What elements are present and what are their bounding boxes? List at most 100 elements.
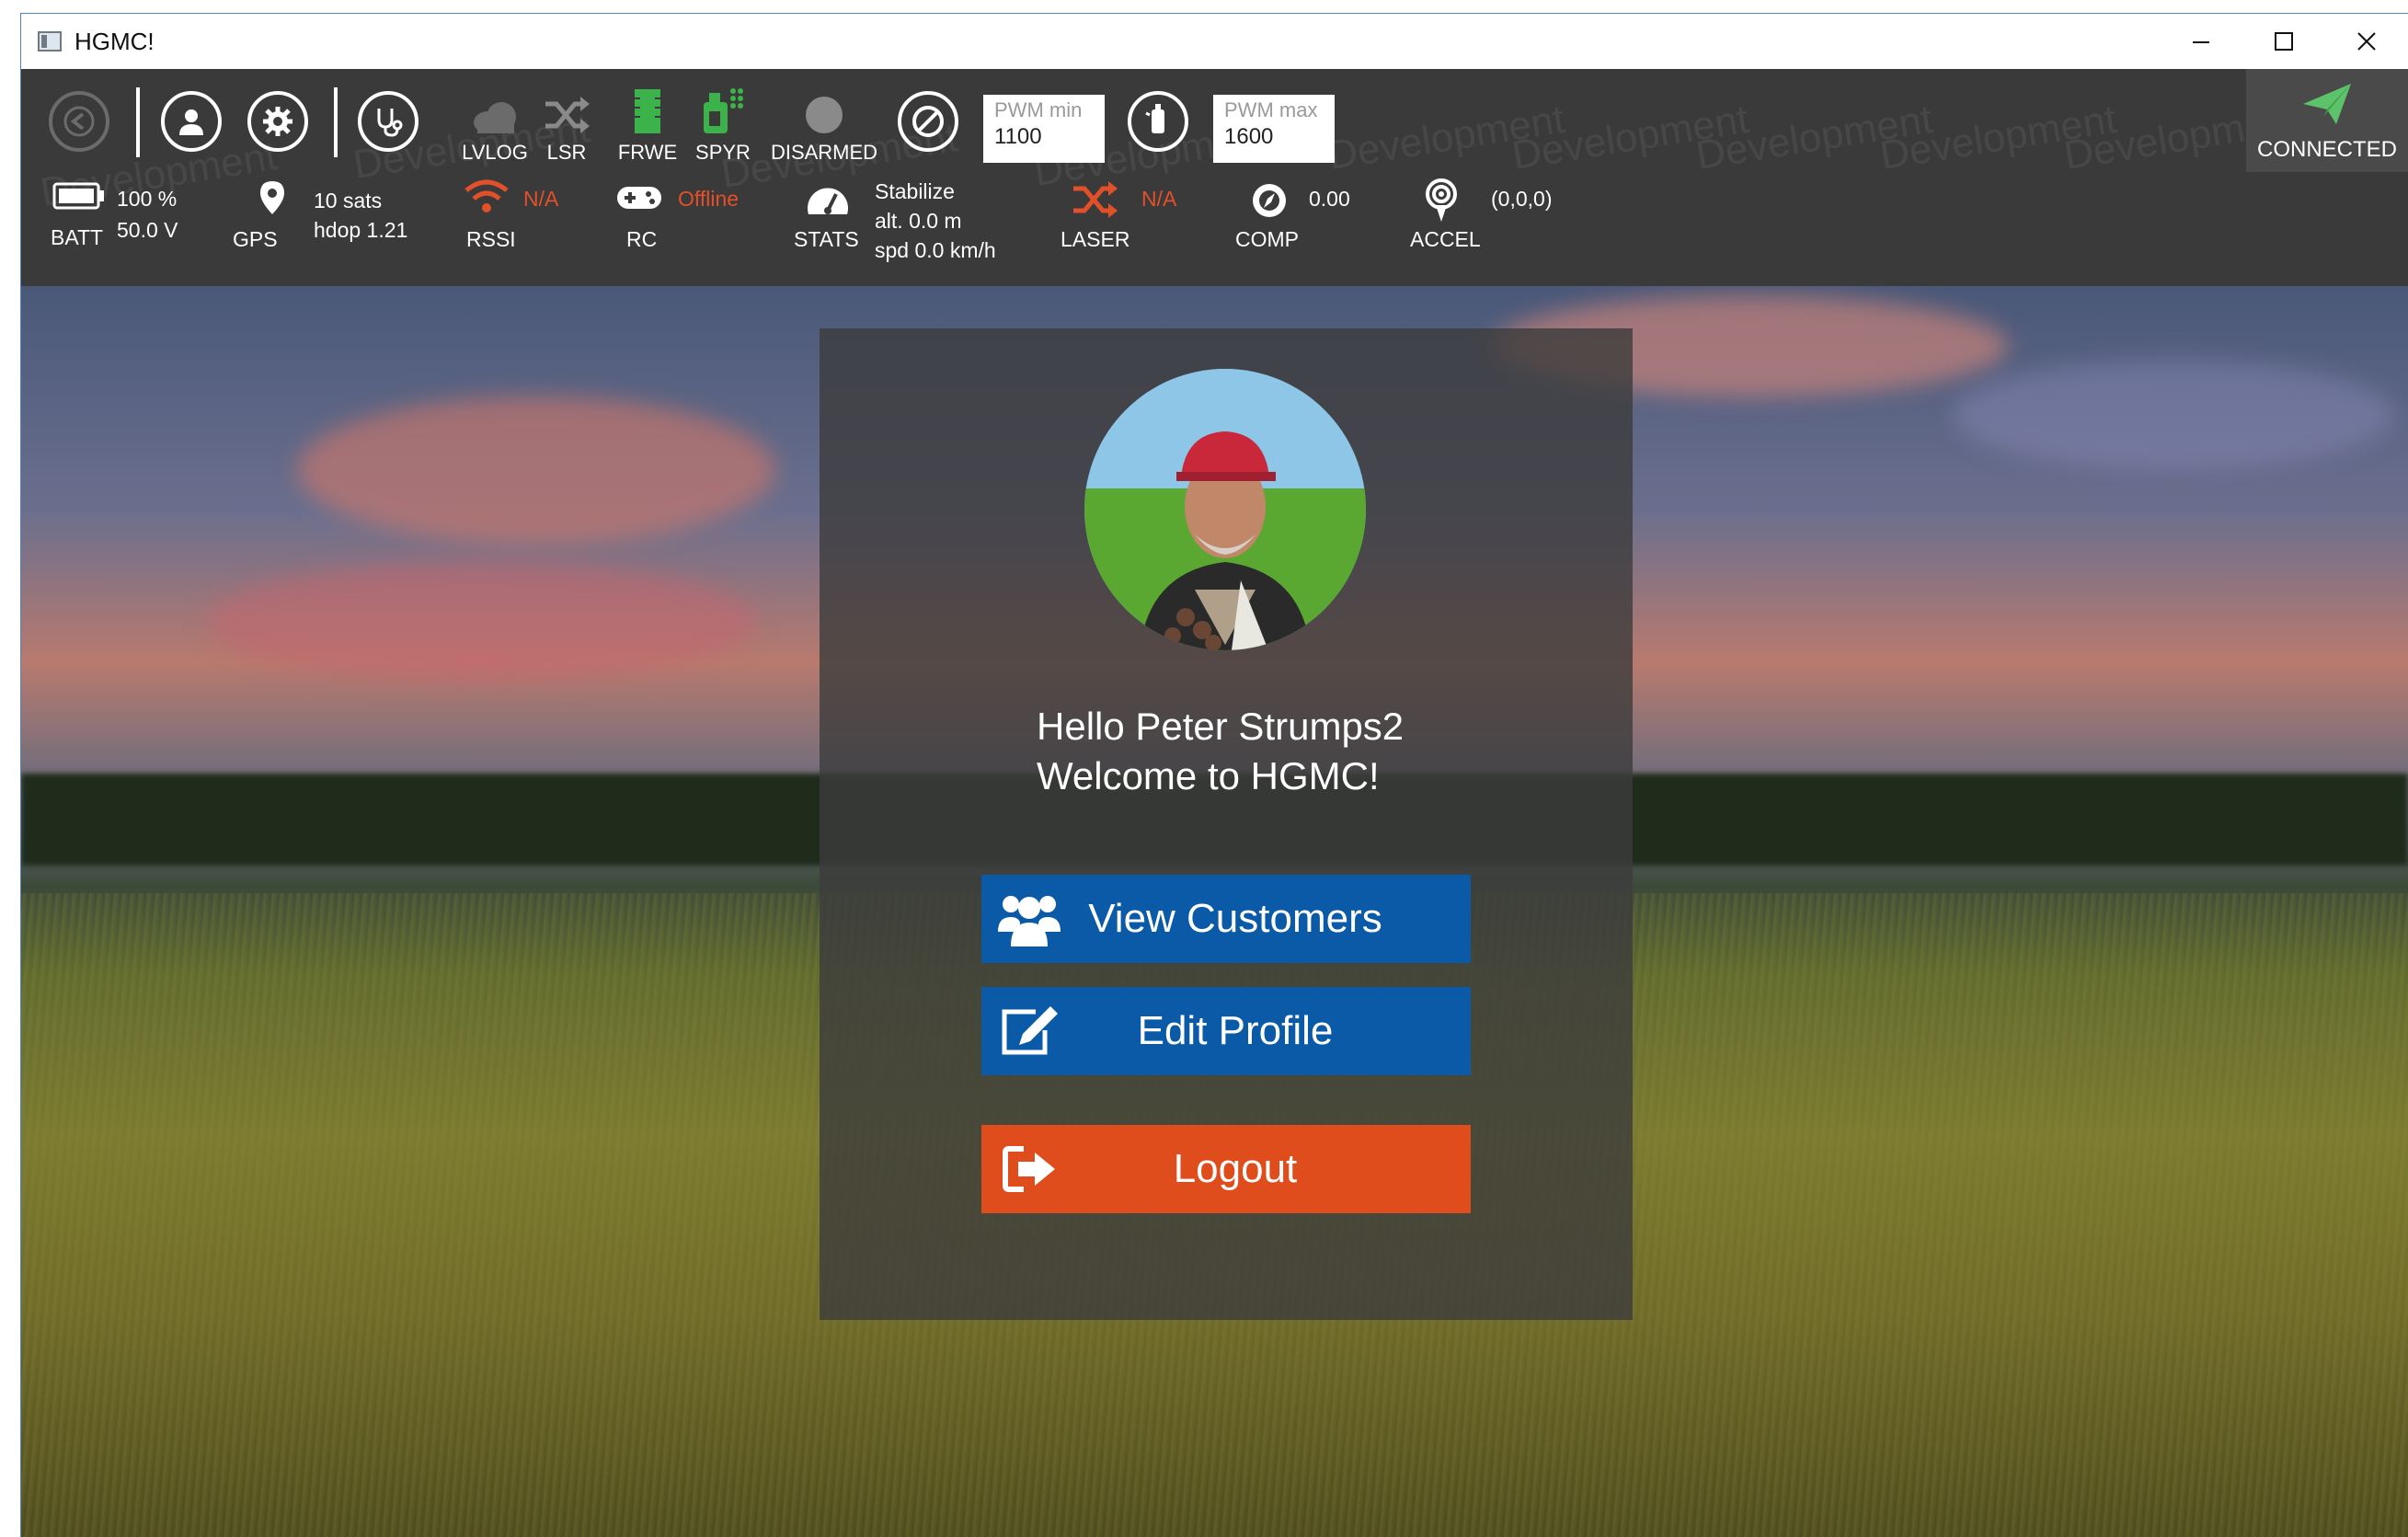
- diagnostics-button[interactable]: [358, 91, 419, 152]
- stats-speed: spd 0.0 km/h: [875, 238, 996, 262]
- stats-label: STATS: [794, 227, 859, 251]
- status-batt: BATT 100 % 50.0 V: [49, 172, 187, 282]
- gps-sats: 10 sats: [314, 189, 383, 212]
- cloud: [297, 396, 775, 544]
- pwm-min-label: PWM min: [994, 98, 1083, 121]
- cloud: [1953, 360, 2394, 470]
- status-dot-icon: [806, 97, 843, 133]
- status-laser: LASER N/A: [1040, 172, 1187, 282]
- nozzle-icon: [1145, 104, 1164, 133]
- laser-value: N/A: [1141, 187, 1177, 211]
- stats-alt: alt. 0.0 m: [875, 209, 962, 233]
- title-bar: HGMC!: [21, 14, 2408, 69]
- gps-hdop: hdop 1.21: [314, 218, 408, 242]
- tool-spyr[interactable]: SPYR: [682, 82, 764, 165]
- batt-percent: 100 %: [117, 187, 178, 211]
- close-button[interactable]: [2325, 14, 2408, 69]
- sprayer-icon: [704, 88, 743, 133]
- wifi-icon: [464, 179, 509, 212]
- accel-value: (0,0,0): [1491, 187, 1553, 211]
- batt-label: BATT: [51, 225, 104, 249]
- back-button[interactable]: [49, 91, 109, 152]
- logout-button[interactable]: Logout: [981, 1125, 1471, 1213]
- status-rc: RC Offline: [597, 172, 753, 282]
- laser-label: LASER: [1061, 227, 1130, 251]
- speedometer-icon: [808, 188, 848, 214]
- tool-lsr[interactable]: LSR: [525, 82, 608, 165]
- sign-out-icon: [1003, 1146, 1055, 1192]
- tool-label: DISARMED: [770, 141, 878, 164]
- shuffle-icon: [545, 97, 590, 133]
- status-comp: COMP 0.00: [1213, 172, 1370, 282]
- tool-label: FRWE: [617, 141, 678, 164]
- minimize-button[interactable]: [2160, 14, 2242, 69]
- welcome-panel: Hello Peter Strumps2 Welcome to HGMC! Vi…: [820, 328, 1633, 1320]
- edit-profile-button[interactable]: Edit Profile: [981, 987, 1471, 1075]
- back-arrow-icon: [63, 106, 95, 137]
- app-window: HGMC! Development Development Developmen…: [20, 13, 2408, 1537]
- map-pin-icon: [260, 181, 284, 214]
- compass-icon: [1253, 184, 1286, 217]
- paper-plane-icon: [2303, 84, 2351, 124]
- cloud: [205, 562, 757, 682]
- tool-frwe[interactable]: FRWE: [606, 82, 689, 165]
- greeting: Hello Peter Strumps2 Welcome to HGMC!: [1037, 702, 1404, 801]
- background-field-image: Hello Peter Strumps2 Welcome to HGMC! Vi…: [21, 286, 2408, 1537]
- toolbar-row-actions: LVLOG LSR FRWE SPYR DISARMED PWM min 110…: [21, 69, 2408, 172]
- pwm-max-value: 1600: [1224, 124, 1274, 149]
- chip-icon: [635, 89, 660, 133]
- connection-status[interactable]: CONNECTED: [2246, 69, 2408, 172]
- disarm-button[interactable]: [898, 91, 958, 152]
- status-accel: ACCEL (0,0,0): [1388, 172, 1572, 282]
- minimize-icon: [2193, 41, 2209, 43]
- tool-disarmed[interactable]: DISARMED: [770, 82, 878, 165]
- avatar: [1084, 369, 1366, 650]
- window-controls: [2160, 14, 2408, 69]
- pwm-min-value: 1100: [994, 124, 1042, 149]
- connection-label: CONNECTED: [2256, 137, 2397, 162]
- rc-value: Offline: [678, 187, 740, 211]
- pwm-max-field[interactable]: PWM max 1600: [1213, 95, 1335, 163]
- greeting-line-2: Welcome to HGMC!: [1037, 754, 1380, 797]
- pwm-min-field[interactable]: PWM min 1100: [983, 95, 1105, 163]
- gamepad-icon: [617, 187, 661, 209]
- accel-label: ACCEL: [1410, 227, 1481, 251]
- gps-label: GPS: [233, 227, 278, 251]
- edit-icon: [1002, 1006, 1058, 1055]
- accelerometer-icon: [1426, 178, 1457, 222]
- toolbar: Development Development Development Deve…: [21, 69, 2408, 286]
- toolbar-divider: [136, 87, 140, 157]
- view-customers-button[interactable]: View Customers: [981, 875, 1471, 963]
- pwm-test-button[interactable]: [1128, 91, 1188, 152]
- users-icon: [998, 896, 1061, 946]
- prohibited-icon: [912, 106, 944, 137]
- cloud-icon: [474, 102, 516, 133]
- tool-label: LSR: [546, 141, 587, 164]
- toolbar-divider: [334, 87, 338, 157]
- status-gps: GPS 10 sats hdop 1.21: [231, 172, 415, 282]
- stats-mode: Stabilize: [875, 179, 955, 203]
- profile-button[interactable]: [161, 91, 222, 152]
- rc-label: RC: [626, 227, 658, 251]
- status-stats: STATS Stabilize alt. 0.0 m spd 0.0 km/h: [774, 172, 1013, 286]
- rssi-value: N/A: [523, 187, 559, 211]
- battery-icon: [52, 182, 104, 210]
- tool-label: LVLOG: [462, 141, 528, 164]
- greeting-line-1: Hello Peter Strumps2: [1037, 705, 1405, 748]
- tool-label: SPYR: [695, 141, 751, 164]
- batt-voltage: 50.0 V: [117, 218, 178, 242]
- shuffle-icon: [1073, 181, 1118, 218]
- tool-lvlog[interactable]: LVLOG: [453, 82, 536, 165]
- stethoscope-icon: [377, 109, 403, 137]
- maximize-button[interactable]: [2242, 14, 2325, 69]
- settings-button[interactable]: [247, 91, 308, 152]
- rssi-label: RSSI: [466, 227, 516, 251]
- pwm-max-label: PWM max: [1224, 98, 1318, 121]
- app-icon: [38, 31, 62, 52]
- window-title: HGMC!: [75, 27, 155, 55]
- comp-label: COMP: [1235, 227, 1299, 251]
- comp-value: 0.00: [1309, 187, 1350, 211]
- status-rssi: RSSI N/A: [442, 172, 571, 282]
- gear-icon: [263, 107, 292, 136]
- toolbar-row-status: BATT 100 % 50.0 V GPS 10 sats hdop 1.21 …: [21, 172, 2408, 286]
